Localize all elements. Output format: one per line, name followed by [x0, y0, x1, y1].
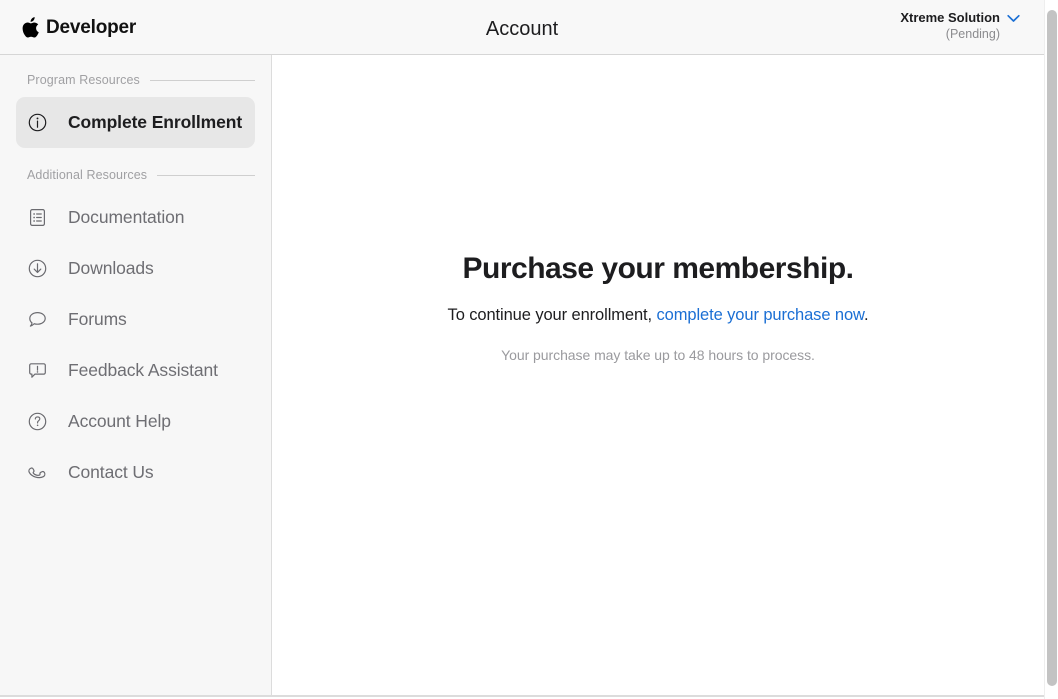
sidebar-item-complete-enrollment[interactable]: Complete Enrollment [16, 97, 255, 148]
main-content-area: Purchase your membership. To continue yo… [272, 55, 1044, 696]
sidebar-item-downloads[interactable]: Downloads [16, 243, 255, 294]
sidebar-section-label: Program Resources [27, 73, 140, 87]
sidebar-item-label: Forums [68, 309, 127, 330]
sidebar-section-header-additional-resources: Additional Resources [0, 165, 271, 185]
section-divider-rule [150, 80, 255, 81]
sidebar-item-forums[interactable]: Forums [16, 294, 255, 345]
account-switcher[interactable]: Xtreme Solution (Pending) [900, 11, 1020, 41]
speech-bubble-icon [27, 309, 48, 330]
question-circle-icon [27, 411, 48, 432]
hero-processing-note: Your purchase may take up to 48 hours to… [312, 347, 1004, 363]
sidebar-section-header-program-resources: Program Resources [0, 70, 271, 90]
section-divider-rule [157, 175, 255, 176]
developer-brand[interactable]: Developer [22, 17, 136, 38]
brand-name-label: Developer [46, 18, 136, 37]
account-name-label: Xtreme Solution [900, 11, 1000, 26]
chevron-down-icon[interactable] [1007, 14, 1020, 23]
page-scrollbar-track[interactable] [1044, 0, 1058, 699]
sidebar-item-label: Downloads [68, 258, 154, 279]
page-title: Account [0, 18, 1044, 41]
sidebar-item-contact-us[interactable]: Contact Us [16, 447, 255, 498]
sidebar-item-label: Complete Enrollment [68, 112, 242, 133]
download-circle-icon [27, 258, 48, 279]
account-switcher-row: Xtreme Solution [900, 11, 1020, 26]
feedback-bubble-icon [27, 360, 48, 381]
sidebar-item-label: Contact Us [68, 462, 154, 483]
complete-purchase-link[interactable]: complete your purchase now [657, 306, 864, 324]
sidebar-item-label: Documentation [68, 207, 184, 228]
sidebar-item-feedback-assistant[interactable]: Feedback Assistant [16, 345, 255, 396]
sidebar-spacer [0, 148, 271, 165]
document-list-icon [27, 207, 48, 228]
sidebar-group-additional-resources: Documentation Downloads Forums [0, 192, 271, 498]
hero-subtitle-suffix: . [864, 306, 868, 324]
purchase-membership-panel: Purchase your membership. To continue yo… [272, 252, 1044, 363]
top-header-bar: Developer Account Xtreme Solution (Pendi… [0, 0, 1044, 55]
page-scrollbar-thumb[interactable] [1047, 10, 1057, 686]
apple-logo-icon [22, 17, 39, 38]
phone-handset-icon [27, 462, 48, 483]
sidebar-section-label: Additional Resources [27, 168, 147, 182]
sidebar-group-program-resources: Complete Enrollment [0, 97, 271, 148]
hero-subtitle: To continue your enrollment, complete yo… [312, 306, 1004, 325]
sidebar-item-label: Account Help [68, 411, 171, 432]
sidebar-item-account-help[interactable]: Account Help [16, 396, 255, 447]
hero-heading: Purchase your membership. [312, 252, 1004, 287]
app-window: Developer Account Xtreme Solution (Pendi… [0, 0, 1058, 699]
sidebar-item-documentation[interactable]: Documentation [16, 192, 255, 243]
hero-subtitle-prefix: To continue your enrollment, [448, 306, 657, 324]
sidebar-item-label: Feedback Assistant [68, 360, 218, 381]
info-circle-icon [27, 112, 48, 133]
account-status-label: (Pending) [900, 27, 1000, 41]
sidebar: Program Resources Complete Enrollment Ad… [0, 55, 272, 696]
